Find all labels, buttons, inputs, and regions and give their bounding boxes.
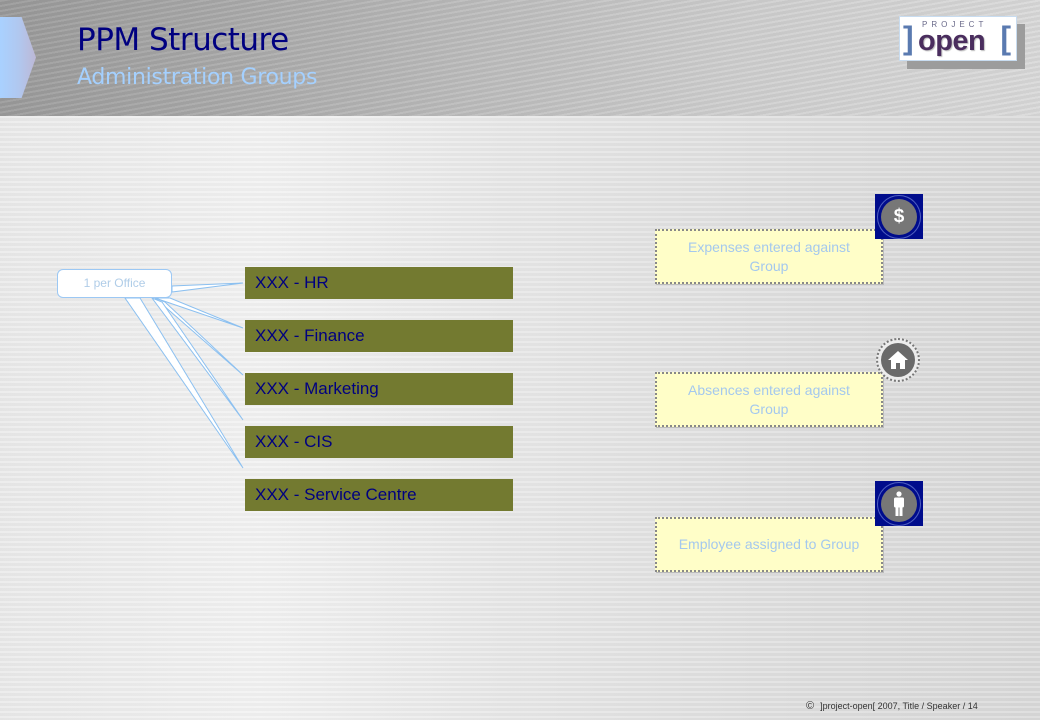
dollar-glyph: $ xyxy=(893,205,905,227)
house-icon xyxy=(876,338,920,382)
group-bar-finance: XXX - Finance xyxy=(245,320,513,352)
page-title: PPM Structure xyxy=(77,22,289,58)
connector-finance xyxy=(154,297,244,329)
note-employee: Employee assigned to Group xyxy=(655,517,883,572)
note-employee-text: Employee assigned to Group xyxy=(678,536,860,552)
connector-hr xyxy=(171,282,244,293)
slide-footer: © ]project-open[ 2007, Title / Speaker / … xyxy=(806,700,978,712)
logo-main-text: open xyxy=(918,25,986,57)
connector-marketing xyxy=(154,297,244,376)
logo-right-bracket: [ xyxy=(1000,20,1011,56)
connector-service-centre xyxy=(124,297,244,469)
footer-text: ]project-open[ 2007, Title / Speaker / 1… xyxy=(820,701,978,711)
callout-box: 1 per Office xyxy=(57,269,172,298)
dollar-icon: $ xyxy=(875,194,923,239)
person-glyph xyxy=(894,490,904,516)
group-bar-marketing: XXX - Marketing xyxy=(245,373,513,405)
page-subtitle: Administration Groups xyxy=(77,65,318,90)
group-bar-hr: XXX - HR xyxy=(245,267,513,299)
slide-header: PPM Structure Administration Groups ] PR… xyxy=(0,0,1040,116)
group-bar-service-centre: XXX - Service Centre xyxy=(245,479,513,511)
note-absences: Absences entered against Group xyxy=(655,372,883,427)
copyright-icon: © xyxy=(806,700,815,712)
house-glyph xyxy=(888,351,908,369)
logo-left-bracket: ] xyxy=(903,20,914,56)
group-bar-cis: XXX - CIS xyxy=(245,426,513,458)
project-open-logo: ] PROJECT open [ xyxy=(899,16,1017,61)
connector-cis xyxy=(150,296,244,421)
header-texture xyxy=(0,0,1040,116)
note-absences-text: Absences entered against Group xyxy=(688,381,850,417)
note-expenses: Expenses entered against Group xyxy=(655,229,883,284)
note-expenses-text: Expenses entered against Group xyxy=(688,238,850,274)
person-icon xyxy=(875,481,923,526)
